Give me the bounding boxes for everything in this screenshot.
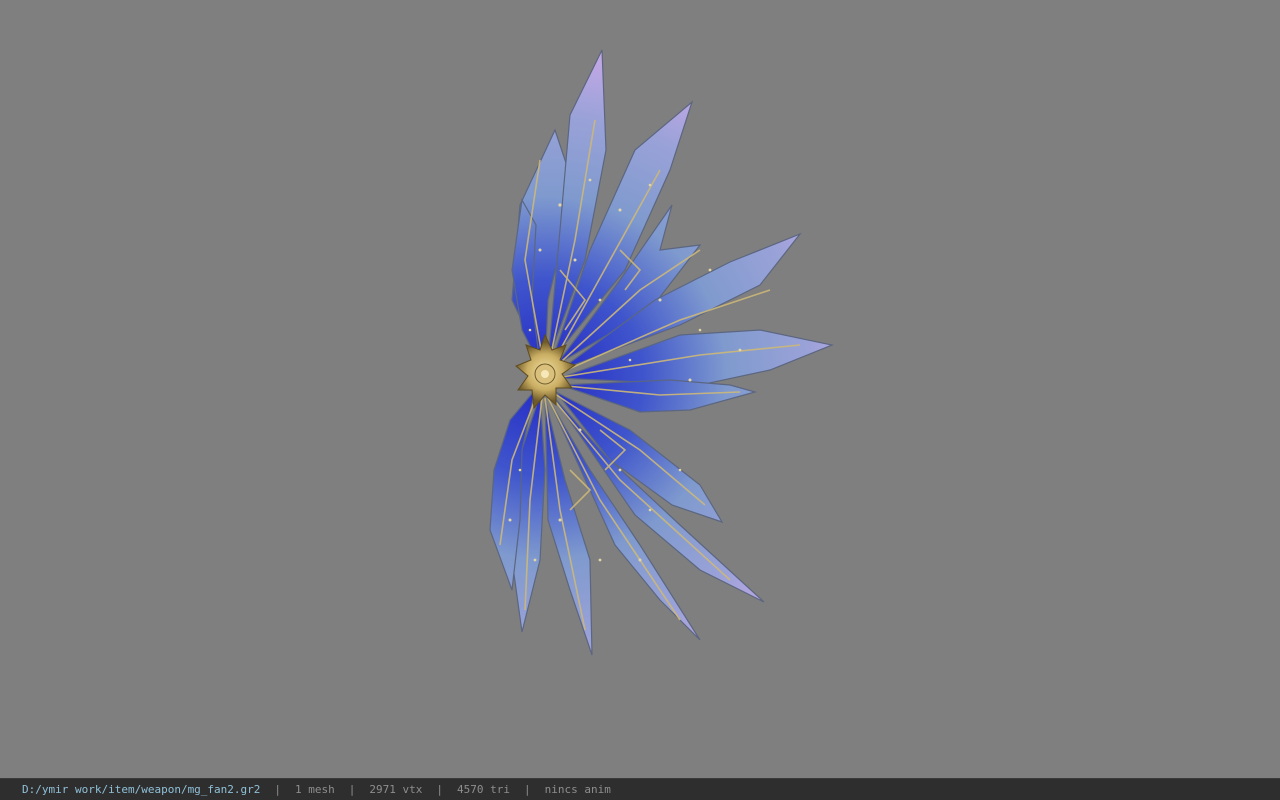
status-bar: D:/ymir work/item/weapon/mg_fan2.gr2 | 1… — [0, 778, 1280, 800]
animation-status: nincs anim — [544, 783, 611, 796]
fan-model[interactable] — [0, 0, 1280, 778]
triangle-count: 4570 tri — [457, 783, 511, 796]
separator: | — [524, 783, 531, 796]
mesh-count: 1 mesh — [295, 783, 335, 796]
fan-blade — [559, 379, 758, 413]
model-viewport[interactable] — [0, 0, 1280, 778]
separator: | — [274, 783, 282, 796]
separator: | — [436, 783, 444, 796]
file-path: D:/ymir work/item/weapon/mg_fan2.gr2 — [22, 783, 261, 796]
vertex-count: 2971 vtx — [369, 783, 423, 796]
separator: | — [348, 783, 356, 796]
